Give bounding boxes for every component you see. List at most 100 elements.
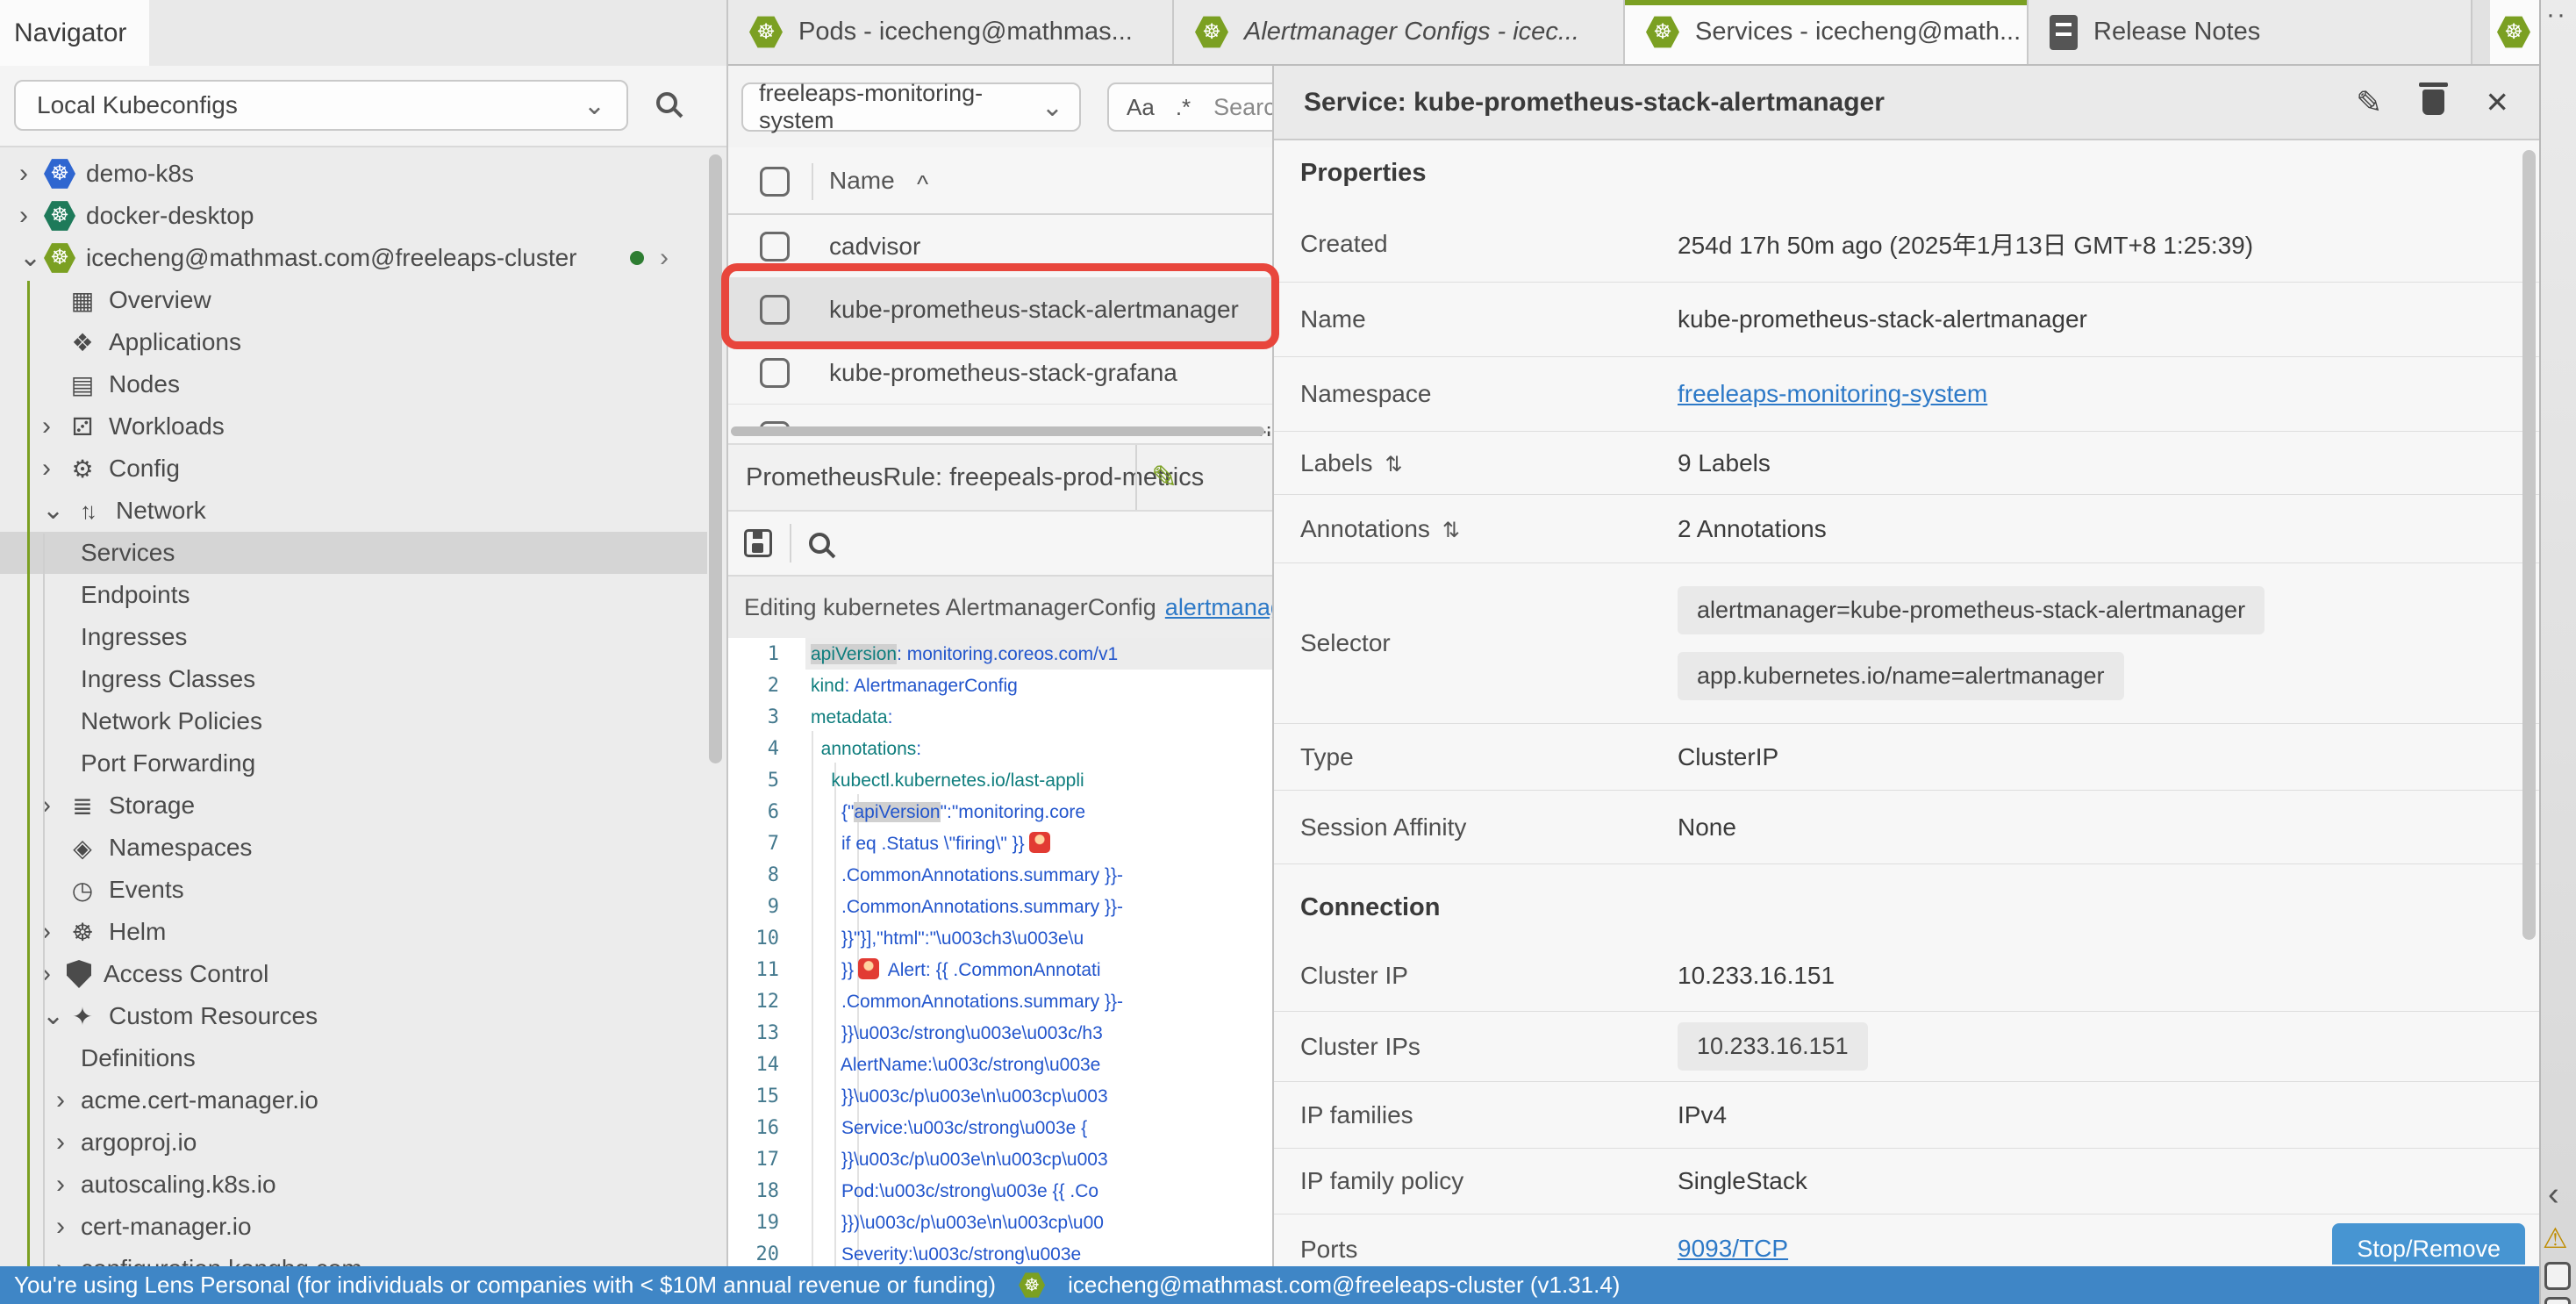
match-case-icon[interactable]: Aa	[1127, 94, 1155, 121]
code-line[interactable]: 20 Severity:\u003c/strong\u003e	[728, 1238, 1272, 1266]
code-line[interactable]: 13 }}\u003c/strong\u003e\u003c/h3	[728, 1017, 1272, 1049]
namespace-row: Namespace freeleaps-monitoring-system	[1274, 357, 2539, 432]
row-label: Session Affinity	[1300, 813, 1678, 842]
tree-item[interactable]: demo-k8s	[0, 153, 707, 195]
line-number: 18	[728, 1176, 779, 1207]
value-token: Severity:\u003c/strong\u003e	[811, 1244, 1086, 1265]
line-number: 15	[728, 1081, 779, 1113]
tree-item[interactable]: acme.cert-manager.io	[0, 1079, 707, 1121]
tree-item[interactable]: Ingresses	[0, 616, 707, 658]
code-line[interactable]: 5 kubectl.kubernetes.io/last-appli	[728, 764, 1272, 796]
port-action-button[interactable]: Stop/Remove	[2332, 1223, 2525, 1265]
tab-alertmanager-configs[interactable]: Alertmanager Configs - icec...	[1174, 0, 1625, 64]
namespace-select[interactable]: freeleaps-monitoring-system	[741, 82, 1081, 132]
kubeconfig-select[interactable]: Local Kubeconfigs	[14, 80, 628, 131]
tab-pods[interactable]: Pods - icecheng@mathmas...	[728, 0, 1174, 64]
code-line[interactable]: 4 annotations:	[728, 733, 1272, 764]
row-label: Type	[1300, 743, 1678, 771]
horizontal-scrollbar[interactable]	[731, 426, 1264, 436]
tree-item[interactable]: ❖ Applications	[0, 321, 707, 363]
save-icon[interactable]	[744, 529, 772, 557]
expand-collapse-icon[interactable]	[1442, 515, 1460, 543]
code-line[interactable]: 15 }}\u003c/p\u003e\n\u003cp\u003	[728, 1080, 1272, 1112]
code-line[interactable]: 19 }})\u003c/p\u003e\n\u003cp\u00	[728, 1207, 1272, 1238]
editing-resource-link[interactable]: alertmanager	[1165, 594, 1272, 621]
code-line[interactable]: 16 Service:\u003c/strong\u003e {	[728, 1112, 1272, 1143]
tree-item[interactable]: docker-desktop	[0, 195, 707, 237]
tree-item[interactable]: Ingress Classes	[0, 658, 707, 700]
table-row[interactable]: kube-prometheus-stack-grafana	[728, 341, 1272, 405]
tree-item[interactable]: Services	[0, 532, 707, 574]
edit-icon[interactable]	[1151, 459, 1177, 496]
regex-icon[interactable]: .*	[1176, 94, 1191, 121]
tree-item[interactable]: ◷ Events	[0, 869, 707, 911]
dock-icon[interactable]	[2544, 1297, 2571, 1304]
expand-collapse-icon[interactable]	[1385, 449, 1403, 477]
tree-item[interactable]: ⚂ Workloads	[0, 405, 707, 448]
search-input[interactable]	[1212, 93, 1272, 122]
sort-ascending-icon[interactable]	[917, 170, 928, 198]
tree-item[interactable]: ≣ Storage	[0, 785, 707, 827]
tree-item[interactable]: cert-manager.io	[0, 1206, 707, 1248]
code-line[interactable]: 12 .CommonAnnotations.summary }}-	[728, 985, 1272, 1017]
table-row[interactable]: kube-prometheus-stack-alertmanager	[728, 278, 1272, 341]
tree-item[interactable]: Endpoints	[0, 574, 707, 616]
code-line[interactable]: 2kind: AlertmanagerConfig	[728, 670, 1272, 701]
tree-item[interactable]: ▤ Nodes	[0, 363, 707, 405]
yaml-code-editor[interactable]: 1apiVersion: monitoring.coreos.com/v1 2k…	[728, 638, 1272, 1266]
code-line[interactable]: 10 }}"}],"html":"\u003ch3\u003e\u	[728, 922, 1272, 954]
chevron-left-icon[interactable]	[2548, 1176, 2559, 1214]
table-row[interactable]: cadvisor	[728, 215, 1272, 278]
value-token: AlertName:\u003c/strong\u003e	[811, 1055, 1100, 1075]
port-link[interactable]: 9093/TCP	[1678, 1235, 1788, 1263]
sidebar-scrollbar[interactable]	[709, 154, 722, 763]
row-checkbox[interactable]	[760, 358, 790, 388]
tree-item[interactable]: ⚙ Config	[0, 448, 707, 490]
tree-item[interactable]: icecheng@mathmast.com@freeleaps-cluster	[0, 237, 707, 279]
select-all-checkbox[interactable]	[760, 167, 790, 197]
tree-item[interactable]: autoscaling.k8s.io	[0, 1164, 707, 1206]
tree-item[interactable]: Access Control	[0, 953, 707, 995]
code-line[interactable]: 9 .CommonAnnotations.summary }}-	[728, 891, 1272, 922]
tree-item[interactable]: Port Forwarding	[0, 742, 707, 785]
code-line[interactable]: 18 Pod:\u003c/strong\u003e {{ .Co	[728, 1175, 1272, 1207]
panel-scrollbar[interactable]	[2522, 150, 2536, 940]
column-header-name[interactable]: Name	[829, 167, 895, 195]
tree-item-label: acme.cert-manager.io	[81, 1086, 318, 1114]
tree-item[interactable]: ✦ Custom Resources	[0, 995, 707, 1037]
tree-item[interactable]: argoproj.io	[0, 1121, 707, 1164]
code-line[interactable]: 6 {"apiVersion":"monitoring.core	[728, 796, 1272, 828]
namespace-link[interactable]: freeleaps-monitoring-system	[1678, 380, 1987, 408]
edit-icon[interactable]	[2356, 84, 2382, 121]
dock-icon[interactable]	[2544, 1262, 2571, 1290]
row-label: Annotations	[1300, 515, 1678, 543]
tab-partial[interactable]	[2490, 0, 2539, 64]
close-icon[interactable]	[2485, 85, 2509, 119]
row-checkbox[interactable]	[760, 232, 790, 262]
tree-item[interactable]: ◈ Namespaces	[0, 827, 707, 869]
tree-item[interactable]: configuration.konghq.com	[0, 1248, 707, 1266]
tab-release-notes[interactable]: Release Notes	[2029, 0, 2472, 64]
search-icon[interactable]	[656, 92, 677, 113]
tab-services-active[interactable]: Services - icecheng@math...	[1625, 0, 2029, 64]
header-divider	[812, 163, 813, 200]
delete-icon[interactable]	[2422, 90, 2444, 115]
warning-icon[interactable]	[2543, 1222, 2568, 1255]
tree-item[interactable]: Network Policies	[0, 700, 707, 742]
row-checkbox[interactable]	[760, 295, 790, 325]
code-line[interactable]: 7 if eq .Status \"firing\" }}	[728, 828, 1272, 859]
code-line[interactable]: 1apiVersion: monitoring.coreos.com/v1	[728, 638, 1272, 670]
tree-item[interactable]: ↑↓ Network	[0, 490, 707, 532]
code-line[interactable]: 14 AlertName:\u003c/strong\u003e	[728, 1049, 1272, 1080]
tree-item-label: Network Policies	[81, 707, 262, 735]
code-line[interactable]: 17 }}\u003c/p\u003e\n\u003cp\u003	[728, 1143, 1272, 1175]
tree-item[interactable]: ▦ Overview	[0, 279, 707, 321]
tree-item[interactable]: Definitions	[0, 1037, 707, 1079]
tree-item[interactable]: ☸ Helm	[0, 911, 707, 953]
code-line[interactable]: 11 }} Alert: {{ .CommonAnnotati	[728, 954, 1272, 985]
find-icon[interactable]	[809, 533, 830, 554]
code-line[interactable]: 8 .CommonAnnotations.summary }}-	[728, 859, 1272, 891]
code-line[interactable]: 3metadata:	[728, 701, 1272, 733]
highlighted-key-token: apiVersion	[811, 644, 897, 664]
table-search-box[interactable]: Aa .*	[1107, 82, 1272, 132]
